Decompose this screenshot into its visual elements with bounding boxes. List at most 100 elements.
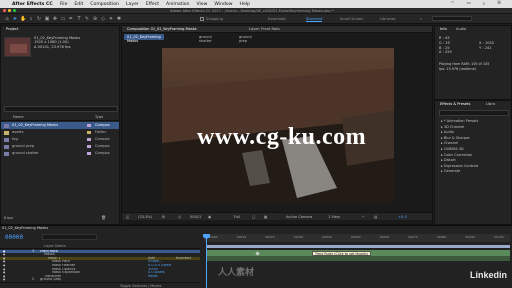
project-item[interactable]: ground prep Compos	[1, 143, 119, 150]
mask-visibility-icon[interactable]: ◎	[178, 215, 181, 219]
brush-tool-icon[interactable]: ✎	[84, 16, 90, 22]
workspace-small-screen[interactable]: Small Screen	[340, 17, 363, 21]
clone-tool-icon[interactable]: ⊕	[92, 16, 98, 22]
eraser-tool-icon[interactable]: ◇	[100, 16, 106, 22]
effects-category[interactable]: ▸ Channel	[441, 141, 458, 145]
always-preview-icon[interactable]: ◫	[126, 215, 129, 219]
roto-brush-tool-icon[interactable]: ✦	[108, 16, 114, 22]
tab-libraries[interactable]: Libra	[483, 101, 498, 107]
resolution-dropdown[interactable]: Full	[234, 215, 240, 219]
layer-name-header[interactable]: Layer Name	[44, 244, 66, 248]
project-item[interactable]: fog Compos	[1, 136, 119, 143]
menu-effect[interactable]: Effect	[146, 2, 159, 7]
tab-layer[interactable]: Layer: Front Roto	[246, 26, 283, 32]
rectangle-tool-icon[interactable]: ▭	[60, 16, 66, 22]
info-coords: X : 1052 Y : 241	[479, 41, 494, 51]
rotate-tool-icon[interactable]: ↻	[36, 16, 42, 22]
effects-category[interactable]: ▸ Distort	[441, 158, 456, 162]
snapshot-icon[interactable]: ◉	[208, 215, 211, 219]
breadcrumb-main-comp[interactable]: 01_02_KeyFraming Masks	[124, 34, 164, 43]
label-color-swatch[interactable]	[87, 131, 91, 134]
label-color-swatch[interactable]	[87, 145, 91, 148]
workspace-libraries[interactable]: Libraries	[380, 17, 396, 21]
toggle-switches-modes[interactable]: Toggle Switches / Modes	[120, 284, 161, 288]
project-item[interactable]: 01_02_KeyFraming Masks Compos	[1, 122, 119, 129]
menu-animation[interactable]: Animation	[166, 2, 189, 7]
menu-layer[interactable]: Layer	[126, 2, 139, 7]
time-ruler[interactable]: 00000 00010 00020 00030 00040 00050 00060 00070…	[204, 234, 510, 242]
region-of-interest-icon[interactable]: ▢	[252, 215, 255, 219]
tab-timeline[interactable]: 01_02_KeyFraming Masks	[2, 226, 48, 232]
effects-category[interactable]: ▸ Audio	[441, 130, 454, 134]
timeline-current-time[interactable]: 00000	[5, 234, 23, 241]
tab-info[interactable]: Info	[437, 26, 450, 32]
hand-tool-icon[interactable]: ✋	[20, 16, 26, 22]
minimize-window-button[interactable]	[8, 9, 11, 12]
selection-tool-icon[interactable]: ➤	[12, 16, 18, 22]
effects-category[interactable]: ▸ * Animation Presets	[441, 119, 478, 123]
label-color-swatch[interactable]	[87, 152, 91, 155]
zoom-window-button[interactable]	[13, 9, 16, 12]
menu-view[interactable]: View	[196, 2, 207, 7]
project-item-name: fog	[12, 137, 18, 141]
current-time-indicator[interactable]	[206, 234, 207, 288]
fast-preview-icon[interactable]: ⚡	[362, 215, 365, 219]
work-area-bar[interactable]	[206, 245, 510, 248]
project-item[interactable]: ground shatter Compos	[1, 150, 119, 157]
camera-tool-icon[interactable]: ▣	[44, 16, 50, 22]
zoom-tool-icon[interactable]: ⌕	[28, 16, 34, 22]
breadcrumb-ground-prep[interactable]: ground prep	[236, 34, 255, 43]
tab-effects-presets[interactable]: Effects & Presets	[437, 101, 473, 107]
project-header-type[interactable]: Type	[95, 115, 103, 119]
effects-category[interactable]: ▸ Expression Controls	[441, 164, 478, 168]
effects-search-input[interactable]	[439, 110, 509, 116]
pan-behind-tool-icon[interactable]: ✥	[52, 16, 58, 22]
project-header-name[interactable]: Name	[13, 115, 24, 119]
tab-audio[interactable]: Audio	[453, 26, 469, 32]
breadcrumb-ground-shatter[interactable]: ground shatter	[196, 34, 215, 43]
puppet-tool-icon[interactable]: ✱	[116, 16, 122, 22]
workspace-standard[interactable]: Standard	[306, 17, 323, 22]
effects-category[interactable]: ▸ CINEMA 4D	[441, 147, 464, 151]
timeline-search-input[interactable]	[42, 234, 97, 240]
project-item[interactable]: assets Folder	[1, 129, 119, 136]
effects-category[interactable]: ▸ Blur & Sharpen	[441, 136, 470, 140]
magnification-dropdown[interactable]: (33.3%)	[138, 215, 152, 219]
exposure-value[interactable]: +0.0	[398, 215, 407, 219]
label-color-swatch[interactable]	[87, 124, 91, 127]
tab-composition[interactable]: Composition 01_02_KeyFraming Masks	[124, 26, 200, 32]
menu-help[interactable]: Help	[240, 2, 250, 7]
menu-list-icon[interactable]: ☰	[497, 1, 501, 7]
pen-tool-icon[interactable]: ✒	[68, 16, 74, 22]
effects-category[interactable]: ▸ Generate	[441, 169, 460, 173]
project-bit-depth[interactable]: 8 bpc	[4, 216, 13, 220]
grid-icon[interactable]: ⊞	[162, 215, 165, 219]
menu-file[interactable]: File	[60, 2, 68, 7]
menu-window[interactable]: Window	[214, 2, 232, 7]
trash-icon[interactable]: 🗑	[101, 215, 106, 220]
snapping-checkbox[interactable]	[200, 16, 204, 21]
home-icon[interactable]: ⌂	[4, 16, 10, 22]
camera-dropdown[interactable]: Active Camera	[286, 215, 312, 219]
project-search-input[interactable]	[4, 106, 118, 112]
effects-category[interactable]: ▸ Color Correction	[441, 153, 472, 157]
effects-category[interactable]: ▸ 3D Channel	[441, 125, 464, 129]
timeline-icon[interactable]: ▤	[374, 215, 377, 219]
help-search-input[interactable]	[432, 16, 472, 21]
workspace-essentials[interactable]: Essentials	[268, 17, 286, 21]
battery-icon[interactable]: ▭	[466, 1, 470, 7]
wifi-icon[interactable]: ◠	[451, 1, 455, 7]
current-time-display[interactable]: 00021	[190, 215, 201, 219]
menu-app-name[interactable]: After Effects CC	[12, 2, 53, 7]
menu-composition[interactable]: Composition	[90, 2, 119, 7]
tab-project[interactable]: Project	[3, 26, 21, 32]
search-icon[interactable]: ⌕	[483, 1, 485, 7]
menu-edit[interactable]: Edit	[74, 2, 83, 7]
label-color-swatch[interactable]	[87, 138, 91, 141]
snapping-toggle[interactable]: Snapping	[200, 16, 223, 21]
type-tool-icon[interactable]: T	[76, 16, 82, 22]
transparency-grid-icon[interactable]: ▦	[264, 215, 267, 219]
close-window-button[interactable]	[3, 9, 6, 12]
views-dropdown[interactable]: 1 View	[328, 215, 340, 219]
workspace-more-icon[interactable]: »	[420, 17, 422, 21]
